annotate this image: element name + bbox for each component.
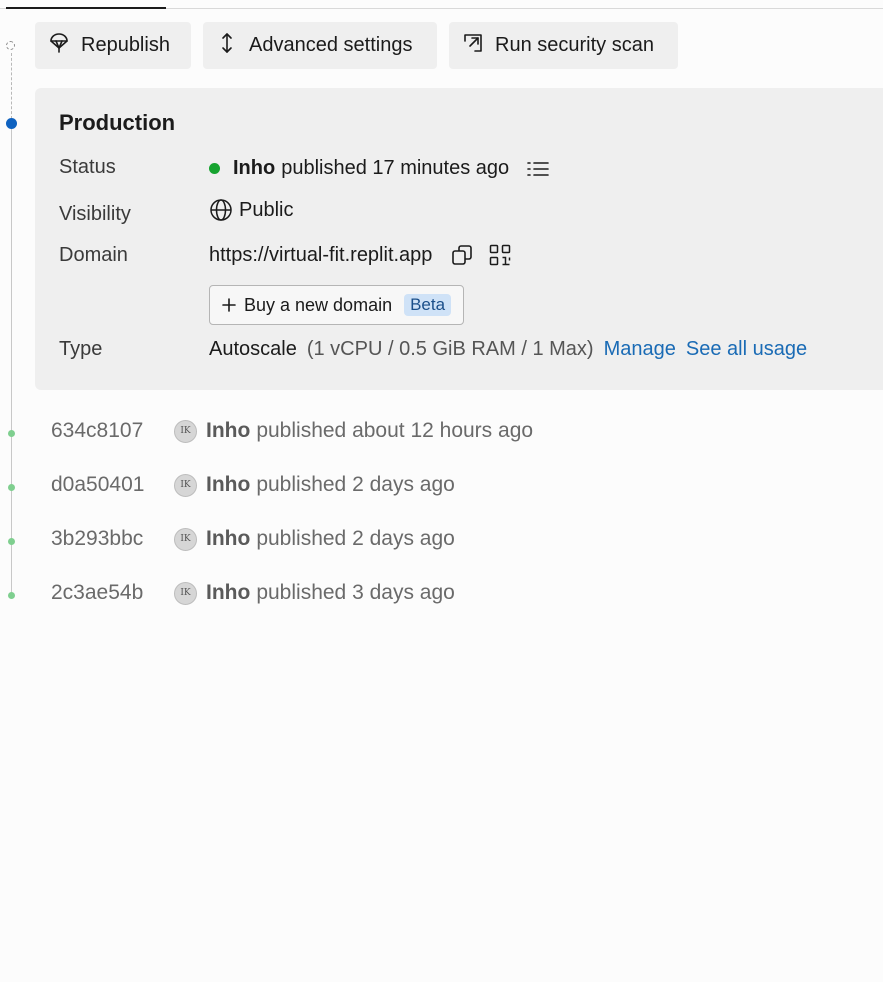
status-author: Inho (233, 157, 276, 179)
timeline-pending-line (11, 53, 12, 119)
status-value: Inho published 17 minutes ago (209, 157, 549, 180)
timeline-current-node (6, 118, 17, 129)
buy-domain-button[interactable]: Buy a new domain Beta (209, 285, 465, 325)
copy-icon[interactable] (450, 243, 474, 267)
deployment-actions: Republish Advanced settings Run security… (35, 22, 678, 69)
timeline-node (8, 484, 15, 491)
commit-hash: 634c8107 (51, 419, 144, 442)
commit-hash: 3b293bbc (51, 527, 144, 550)
history-author: Inho (206, 581, 251, 604)
domain-url[interactable]: https://virtual-fit.replit.app (209, 244, 432, 267)
commit-hash: d0a50401 (51, 473, 145, 496)
production-title: Production (59, 110, 176, 135)
avatar: IK (174, 581, 197, 605)
buy-domain-label: Buy a new domain (244, 294, 393, 315)
manage-link[interactable]: Manage (604, 338, 676, 361)
republish-button[interactable]: Republish (35, 22, 191, 69)
visibility-label: Visibility (59, 203, 131, 225)
plus-icon (222, 298, 236, 312)
history-text: published 3 days ago (256, 581, 455, 604)
domain-value: https://virtual-fit.replit.app (209, 243, 512, 267)
history-author: Inho (206, 419, 251, 442)
timeline-node (8, 592, 15, 599)
qr-code-icon[interactable] (488, 243, 512, 267)
type-value: Autoscale (1 vCPU / 0.5 GiB RAM / 1 Max)… (209, 338, 807, 361)
history-row[interactable]: 634c8107 IK Inho published about 12 hour… (51, 417, 533, 445)
history-text: published 2 days ago (256, 473, 455, 496)
run-security-scan-button[interactable]: Run security scan (449, 22, 678, 69)
advanced-settings-label: Advanced settings (249, 34, 413, 56)
avatar: IK (174, 527, 197, 551)
status-online-dot (209, 163, 220, 174)
production-card: Production Status Inho published 17 minu… (35, 88, 883, 390)
avatar: IK (174, 473, 197, 497)
republish-icon (47, 31, 71, 61)
see-all-usage-link[interactable]: See all usage (686, 338, 807, 361)
history-row[interactable]: 3b293bbc IK Inho published 2 days ago (51, 525, 455, 553)
status-text: published 17 minutes ago (281, 157, 510, 179)
history-row[interactable]: d0a50401 IK Inho published 2 days ago (51, 471, 455, 499)
type-spec: (1 vCPU / 0.5 GiB RAM / 1 Max) (306, 338, 594, 360)
domain-label: Domain (59, 244, 128, 266)
commit-hash: 2c3ae54b (51, 581, 144, 604)
active-tab-indicator (6, 7, 166, 9)
vertical-arrows-icon (215, 31, 239, 61)
history-author: Inho (206, 473, 251, 496)
type-name: Autoscale (209, 338, 297, 360)
timeline-pending-node (6, 41, 15, 50)
history-row[interactable]: 2c3ae54b IK Inho published 3 days ago (51, 579, 455, 607)
globe-icon (209, 198, 233, 222)
advanced-settings-button[interactable]: Advanced settings (203, 22, 437, 69)
run-security-scan-label: Run security scan (495, 34, 654, 56)
visibility-value: Public (209, 198, 293, 222)
type-label: Type (59, 338, 103, 360)
timeline-node (8, 538, 15, 545)
republish-label: Republish (81, 34, 170, 56)
timeline-line (11, 128, 12, 598)
beta-badge: Beta (404, 294, 452, 316)
avatar: IK (174, 419, 197, 443)
timeline-node (8, 430, 15, 437)
history-text: published 2 days ago (256, 527, 455, 550)
history-author: Inho (206, 527, 251, 550)
status-label: Status (59, 156, 116, 178)
visibility-text: Public (239, 198, 294, 221)
external-scan-icon (461, 31, 485, 61)
history-text: published about 12 hours ago (256, 419, 534, 442)
list-icon[interactable] (527, 160, 549, 178)
